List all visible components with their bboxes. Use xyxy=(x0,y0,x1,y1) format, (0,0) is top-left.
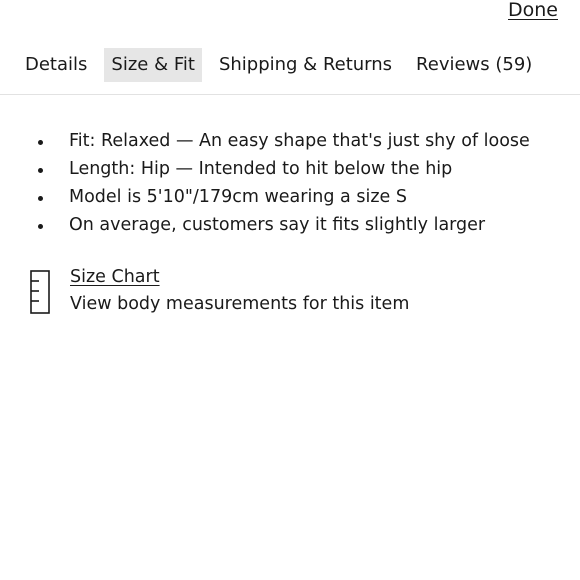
list-item: Fit: Relaxed — An easy shape that's just… xyxy=(36,127,530,155)
size-chart-text: Size Chart View body measurements for th… xyxy=(70,264,409,318)
bullet-icon xyxy=(38,196,43,201)
fit-detail-text: Fit: Relaxed — An easy shape that's just… xyxy=(69,131,530,151)
fit-detail-text: Model is 5'10"/179cm wearing a size S xyxy=(69,187,407,207)
size-fit-panel: Done Details Size & Fit Shipping & Retur… xyxy=(0,0,580,580)
tab-size-fit[interactable]: Size & Fit xyxy=(104,48,202,82)
size-chart-description: View body measurements for this item xyxy=(70,294,410,314)
tab-shipping-returns[interactable]: Shipping & Returns xyxy=(212,48,399,82)
size-chart-title[interactable]: Size Chart xyxy=(70,264,409,290)
list-item: Length: Hip — Intended to hit below the … xyxy=(36,155,530,183)
tab-details[interactable]: Details xyxy=(18,48,94,82)
list-item: On average, customers say it fits slight… xyxy=(36,211,530,239)
fit-details-list: Fit: Relaxed — An easy shape that's just… xyxy=(36,127,530,239)
size-chart-link[interactable]: Size Chart View body measurements for th… xyxy=(30,264,409,318)
bullet-icon xyxy=(38,168,43,173)
ruler-icon xyxy=(30,270,50,314)
bullet-icon xyxy=(38,140,43,145)
bullet-icon xyxy=(38,224,43,229)
fit-detail-text: On average, customers say it fits slight… xyxy=(69,215,486,235)
tab-reviews[interactable]: Reviews (59) xyxy=(409,48,539,82)
fit-detail-text: Length: Hip — Intended to hit below the … xyxy=(69,159,453,179)
tab-bar: Details Size & Fit Shipping & Returns Re… xyxy=(18,48,580,82)
list-item: Model is 5'10"/179cm wearing a size S xyxy=(36,183,530,211)
done-button[interactable]: Done xyxy=(508,0,558,22)
tab-divider xyxy=(0,94,580,95)
